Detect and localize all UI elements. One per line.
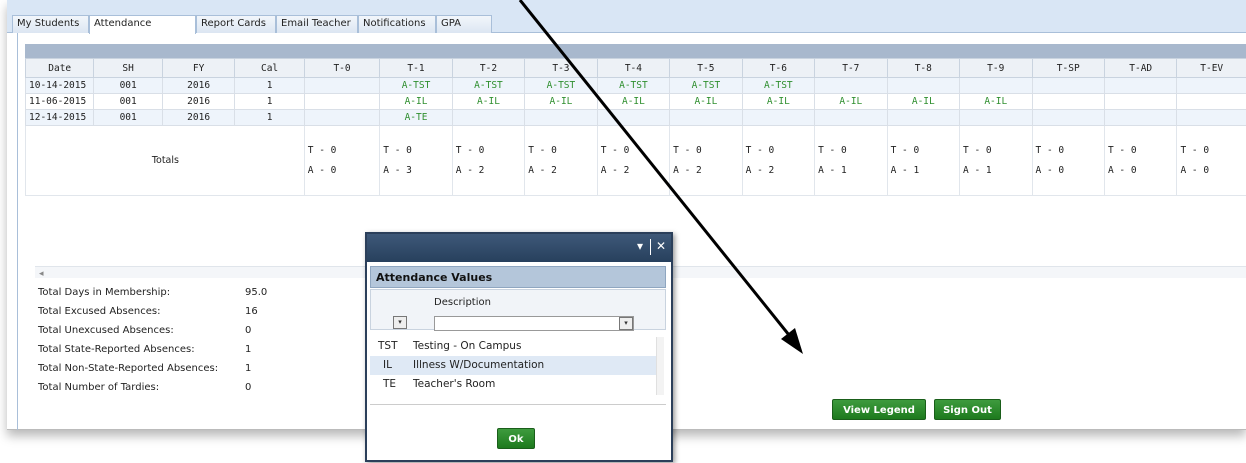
arrow-head-icon — [781, 328, 803, 354]
annotation-arrow — [518, 0, 803, 354]
arrow-shaft — [518, 0, 795, 341]
